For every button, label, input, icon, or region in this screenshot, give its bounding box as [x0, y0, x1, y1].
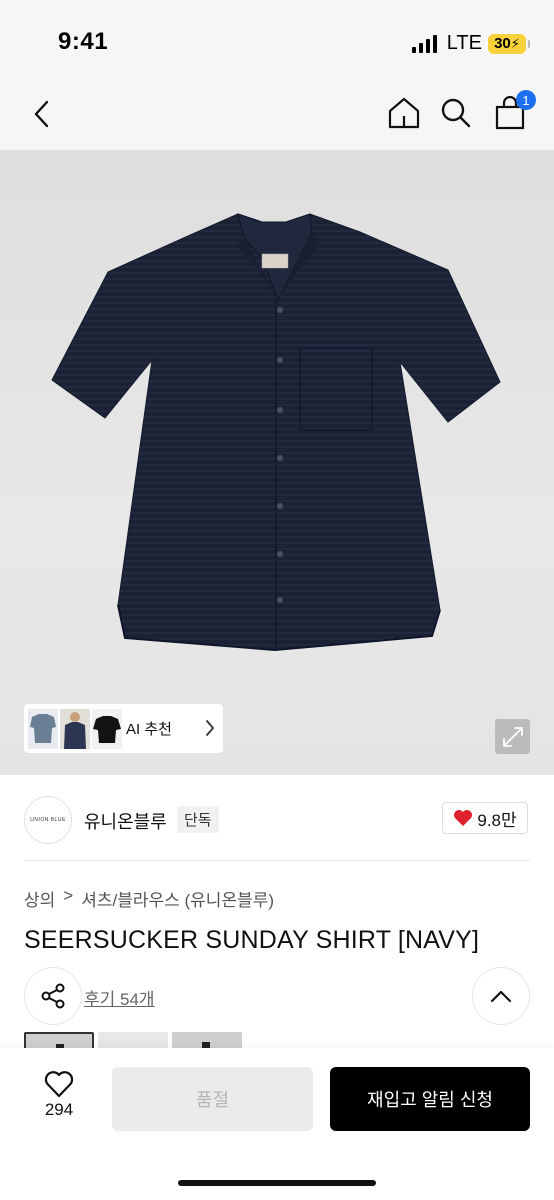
reviews-link[interactable]: 후기 54개: [84, 985, 155, 1010]
network-label: LTE: [446, 32, 482, 54]
brand-name[interactable]: 유니온블루: [84, 808, 167, 834]
wishlist-button[interactable]: 294: [32, 1070, 86, 1120]
swatch-white[interactable]: [98, 1032, 168, 1048]
cart-button[interactable]: 1: [490, 90, 536, 134]
chevron-up-icon: [490, 990, 512, 1003]
breadcrumb-level1[interactable]: 상의: [24, 886, 55, 911]
breadcrumb-separator: >: [63, 886, 74, 905]
brand-like-count: 9.8만: [477, 810, 517, 830]
battery-level: 30: [494, 35, 511, 52]
thumbnail-blue-shirt: [28, 708, 58, 749]
ai-recommendation-button[interactable]: AI 추천: [24, 704, 223, 753]
product-title: SEERSUCKER SUNDAY SHIRT [NAVY]: [24, 926, 480, 954]
chevron-left-icon: [34, 100, 49, 128]
nav-bar: 1: [0, 80, 554, 150]
ai-thumbnails: [28, 708, 124, 749]
share-icon: [41, 983, 65, 1009]
expand-icon: [502, 726, 523, 747]
exclusive-badge: 단독: [177, 806, 219, 833]
status-indicators: LTE 30 ⚡: [411, 32, 530, 55]
thumbnail-model: [60, 708, 90, 749]
brand-like-button[interactable]: 9.8만: [442, 802, 528, 834]
chevron-right-icon: [206, 720, 215, 736]
heart-filled-icon: [454, 810, 473, 826]
battery-icon: 30 ⚡: [488, 33, 530, 54]
home-icon: [388, 97, 420, 129]
color-swatches: [24, 1032, 242, 1050]
wishlist-count: 294: [44, 1100, 74, 1119]
scroll-up-button[interactable]: [472, 967, 530, 1025]
restock-alert-button[interactable]: 재입고 알림 신청: [330, 1067, 530, 1131]
brand-logo[interactable]: UNION BLUE: [24, 796, 72, 844]
home-indicator: [178, 1180, 376, 1186]
bolt-icon: ⚡: [510, 35, 520, 51]
soldout-button: 품절: [112, 1067, 313, 1131]
share-button[interactable]: [24, 967, 82, 1025]
swatch-navy[interactable]: [24, 1032, 94, 1050]
search-button[interactable]: [436, 92, 476, 134]
shirt-image: [51, 213, 501, 652]
product-image[interactable]: AI 추천: [0, 150, 554, 775]
cart-count-badge: 1: [516, 90, 536, 110]
home-button[interactable]: [384, 92, 424, 134]
divider: [24, 860, 530, 861]
search-icon: [441, 98, 471, 128]
heart-outline-icon: [44, 1071, 74, 1098]
ai-recommendation-label: AI 추천: [126, 721, 172, 738]
thumbnail-black-shirt: [92, 708, 122, 749]
status-bar: 9:41 LTE 30 ⚡: [0, 0, 554, 80]
swatch-black[interactable]: [172, 1032, 242, 1048]
breadcrumb: 상의 > 셔츠/블라우스 (유니온블루): [24, 886, 274, 911]
status-time: 9:41: [58, 28, 109, 55]
back-button[interactable]: [22, 94, 62, 134]
signal-icon: [411, 34, 437, 53]
bottom-action-bar: 294 품절 재입고 알림 신청: [0, 1048, 554, 1200]
brand-logo-text: UNION BLUE: [30, 817, 66, 823]
expand-image-button[interactable]: [495, 719, 530, 754]
brand-row: UNION BLUE 유니온블루 단독 9.8만: [0, 776, 554, 860]
breadcrumb-level2[interactable]: 셔츠/블라우스 (유니온블루): [81, 886, 274, 911]
